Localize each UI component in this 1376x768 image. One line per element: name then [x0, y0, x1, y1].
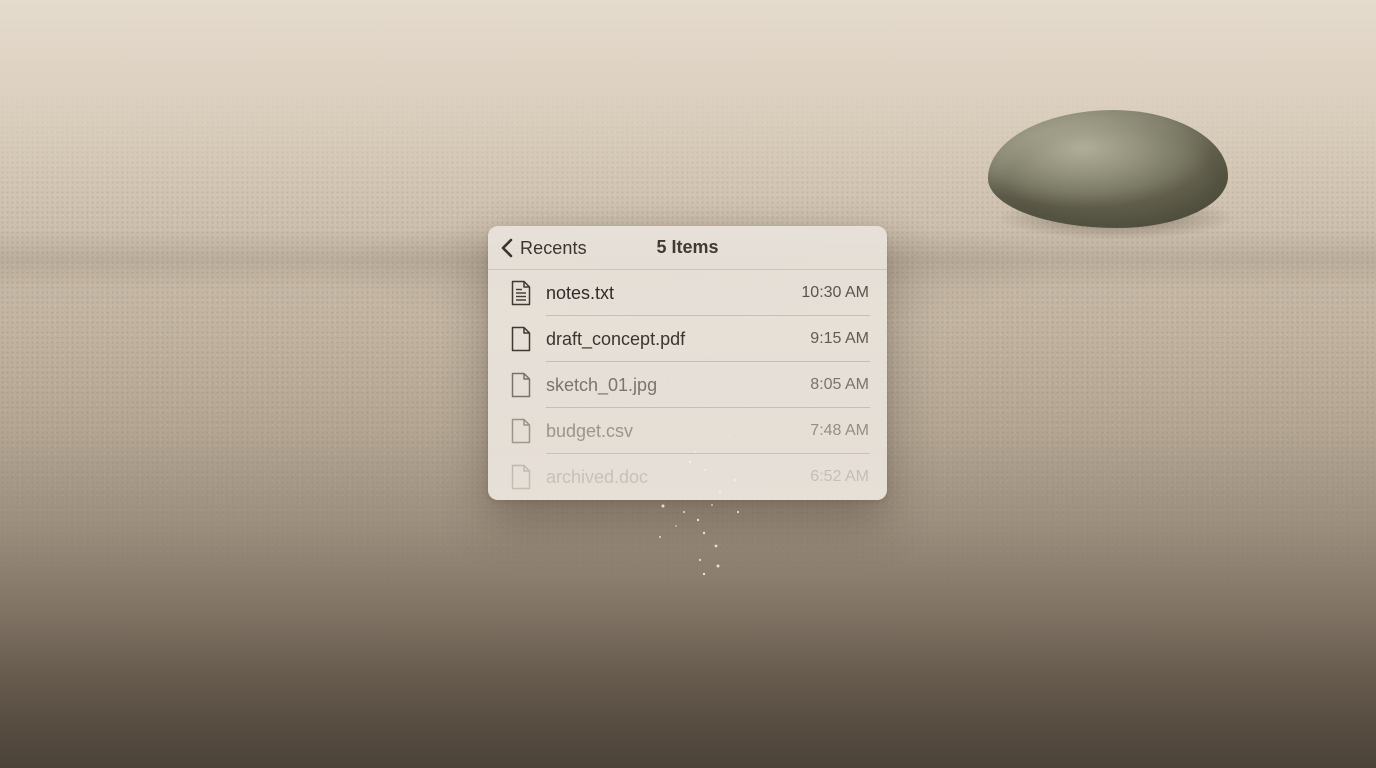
file-time: 8:05 AM [810, 376, 869, 393]
panel-header: Recents 5 Items [488, 226, 887, 270]
document-icon [511, 326, 531, 352]
file-name: sketch_01.jpg [546, 375, 658, 395]
file-name: archived.doc [546, 467, 649, 487]
file-time: 10:30 AM [801, 284, 869, 301]
item-count-title: 5 Items [656, 237, 719, 257]
file-time: 9:15 AM [810, 330, 869, 347]
file-name: draft_concept.pdf [546, 329, 686, 349]
text-document-icon [511, 280, 531, 306]
file-row-sketch[interactable]: sketch_01.jpg 8:05 AM [488, 362, 887, 408]
file-name: notes.txt [546, 283, 615, 303]
file-row-archived[interactable]: archived.doc 6:52 AM [488, 454, 887, 500]
document-icon [511, 464, 531, 490]
file-time: 7:48 AM [810, 422, 869, 439]
document-icon [511, 372, 531, 398]
recent-files-list: notes.txt 10:30 AM draft_concept.pdf 9:1… [488, 270, 887, 500]
file-row-budget[interactable]: budget.csv 7:48 AM [488, 408, 887, 454]
file-name: budget.csv [546, 421, 634, 441]
file-time: 6:52 AM [810, 468, 869, 485]
recents-panel: Recents 5 Items notes.txt 10:30 AM draft… [488, 226, 887, 500]
file-row-draft-concept[interactable]: draft_concept.pdf 9:15 AM [488, 316, 887, 362]
document-icon [511, 418, 531, 444]
file-row-notes[interactable]: notes.txt 10:30 AM [488, 270, 887, 316]
